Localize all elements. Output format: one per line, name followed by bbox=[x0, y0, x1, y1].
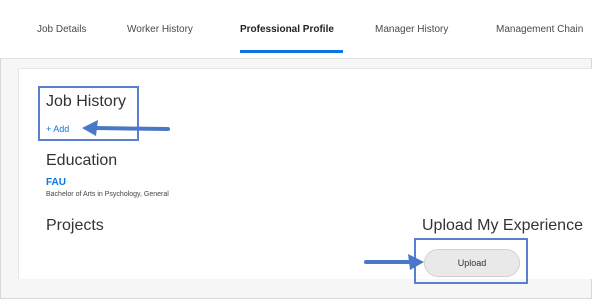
tab-manager-history[interactable]: Manager History bbox=[375, 24, 448, 35]
education-degree: Bachelor of Arts in Psychology, General bbox=[46, 191, 169, 198]
tab-job-details[interactable]: Job Details bbox=[37, 24, 86, 35]
projects-title: Projects bbox=[46, 217, 104, 234]
upload-my-experience-title: Upload My Experience bbox=[422, 217, 583, 234]
education-title: Education bbox=[46, 152, 118, 169]
job-history-title: Job History bbox=[46, 93, 127, 110]
tab-worker-history[interactable]: Worker History bbox=[127, 24, 193, 35]
arrow-pointing-to-add bbox=[82, 120, 170, 136]
tab-bar: Job Details Worker History Professional … bbox=[0, 0, 592, 59]
education-school-link[interactable]: FAU bbox=[46, 177, 66, 188]
upload-button-label: Upload bbox=[457, 258, 487, 268]
active-tab-indicator bbox=[240, 50, 343, 53]
tab-professional-profile[interactable]: Professional Profile bbox=[240, 24, 334, 35]
add-job-history-link[interactable]: + Add bbox=[46, 124, 69, 134]
tab-management-chain[interactable]: Management Chain bbox=[496, 24, 583, 35]
upload-button[interactable]: Upload bbox=[424, 249, 520, 277]
arrow-pointing-to-upload bbox=[364, 254, 424, 270]
